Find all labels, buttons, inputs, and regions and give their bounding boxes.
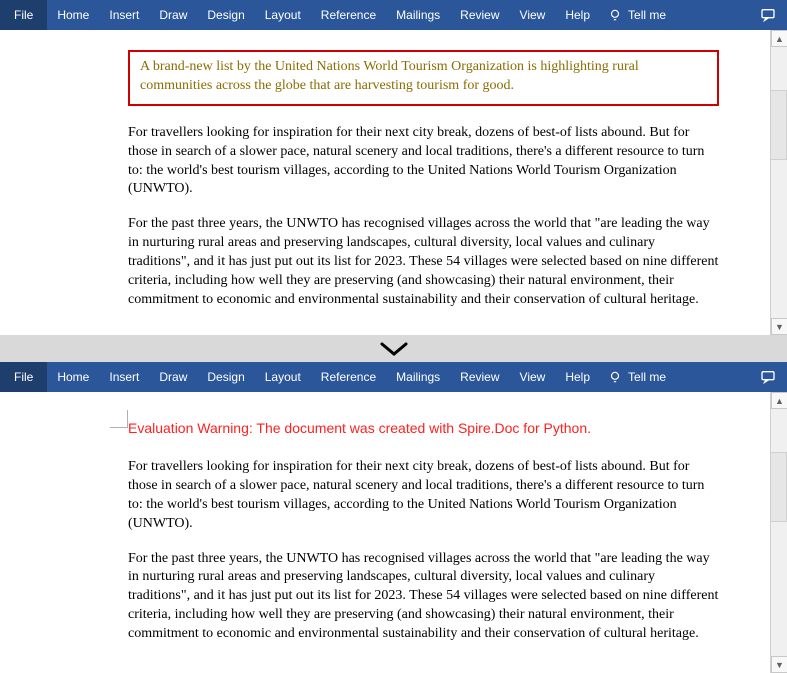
tab-view[interactable]: View xyxy=(510,0,556,30)
tab-help[interactable]: Help xyxy=(555,0,600,30)
vertical-scrollbar-top[interactable]: ▲ ▼ xyxy=(770,30,787,335)
compare-divider xyxy=(0,335,787,362)
document-area-top[interactable]: ▲ ▼ A brand-new list by the United Natio… xyxy=(0,30,787,335)
tab-design[interactable]: Design xyxy=(197,362,254,392)
tab-layout[interactable]: Layout xyxy=(255,0,311,30)
tell-me-search[interactable]: Tell me xyxy=(608,8,666,22)
ribbon-top: File Home Insert Draw Design Layout Refe… xyxy=(0,0,787,30)
evaluation-warning: Evaluation Warning: The document was cre… xyxy=(128,420,719,436)
tab-mailings[interactable]: Mailings xyxy=(386,0,450,30)
scroll-thumb[interactable] xyxy=(770,452,787,522)
body-paragraph-2[interactable]: For the past three years, the UNWTO has … xyxy=(128,215,719,309)
body-paragraph-1[interactable]: For travellers looking for inspiration f… xyxy=(128,458,719,534)
body-paragraph-1[interactable]: For travellers looking for inspiration f… xyxy=(128,124,719,200)
scroll-down-button[interactable]: ▼ xyxy=(771,318,787,335)
comments-icon[interactable] xyxy=(759,369,777,385)
tab-design[interactable]: Design xyxy=(197,0,254,30)
tab-layout[interactable]: Layout xyxy=(255,362,311,392)
bottom-word-pane: File Home Insert Draw Design Layout Refe… xyxy=(0,362,787,673)
page-content-top: A brand-new list by the United Nations W… xyxy=(100,30,747,335)
tab-draw[interactable]: Draw xyxy=(149,362,197,392)
tab-home[interactable]: Home xyxy=(47,0,99,30)
top-word-pane: File Home Insert Draw Design Layout Refe… xyxy=(0,0,787,335)
tab-file[interactable]: File xyxy=(0,0,47,30)
tab-insert[interactable]: Insert xyxy=(99,362,149,392)
tab-insert[interactable]: Insert xyxy=(99,0,149,30)
lightbulb-icon xyxy=(608,8,622,22)
scroll-thumb[interactable] xyxy=(770,90,787,160)
comments-icon[interactable] xyxy=(759,7,777,23)
tell-me-label: Tell me xyxy=(628,370,666,384)
tab-reference[interactable]: Reference xyxy=(311,362,386,392)
tab-draw[interactable]: Draw xyxy=(149,0,197,30)
scroll-up-button[interactable]: ▲ xyxy=(771,392,787,409)
highlighted-paragraph-text: A brand-new list by the United Nations W… xyxy=(140,58,707,96)
lightbulb-icon xyxy=(608,370,622,384)
tab-view[interactable]: View xyxy=(510,362,556,392)
vertical-scrollbar-bottom[interactable]: ▲ ▼ xyxy=(770,392,787,673)
tab-file[interactable]: File xyxy=(0,362,47,392)
highlighted-paragraph-box[interactable]: A brand-new list by the United Nations W… xyxy=(128,50,719,106)
tab-home[interactable]: Home xyxy=(47,362,99,392)
document-area-bottom[interactable]: ▲ ▼ Evaluation Warning: The document was… xyxy=(0,392,787,673)
tab-mailings[interactable]: Mailings xyxy=(386,362,450,392)
tell-me-label: Tell me xyxy=(628,8,666,22)
tab-help[interactable]: Help xyxy=(555,362,600,392)
page-content-bottom: Evaluation Warning: The document was cre… xyxy=(100,392,747,670)
tab-review[interactable]: Review xyxy=(450,0,509,30)
tab-review[interactable]: Review xyxy=(450,362,509,392)
tab-reference[interactable]: Reference xyxy=(311,0,386,30)
ribbon-bottom: File Home Insert Draw Design Layout Refe… xyxy=(0,362,787,392)
scroll-up-button[interactable]: ▲ xyxy=(771,30,787,47)
chevron-down-icon xyxy=(379,340,409,358)
body-paragraph-2[interactable]: For the past three years, the UNWTO has … xyxy=(128,550,719,644)
scroll-down-button[interactable]: ▼ xyxy=(771,656,787,673)
tell-me-search[interactable]: Tell me xyxy=(608,370,666,384)
